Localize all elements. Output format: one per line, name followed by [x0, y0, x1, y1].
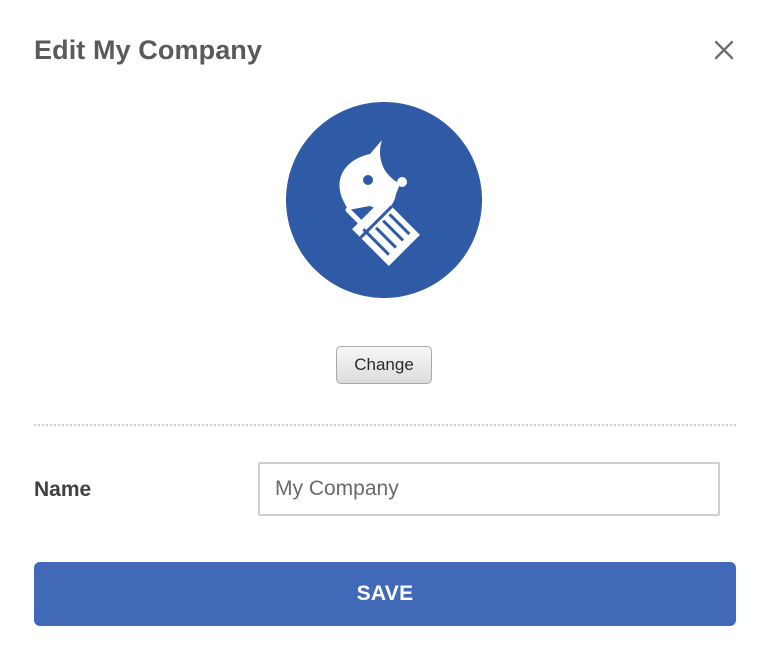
name-input[interactable] [258, 462, 720, 516]
divider [34, 424, 736, 426]
edit-company-dialog: Edit My Company Change Name My Company S… [0, 0, 768, 658]
close-icon[interactable] [709, 35, 739, 65]
company-logo-icon [339, 140, 420, 266]
company-logo [286, 102, 482, 298]
name-label: Name [34, 478, 92, 501]
dialog-title: Edit My Company [34, 35, 263, 65]
change-logo-button[interactable]: Change [336, 346, 432, 384]
save-button[interactable]: SAVE [34, 562, 736, 626]
